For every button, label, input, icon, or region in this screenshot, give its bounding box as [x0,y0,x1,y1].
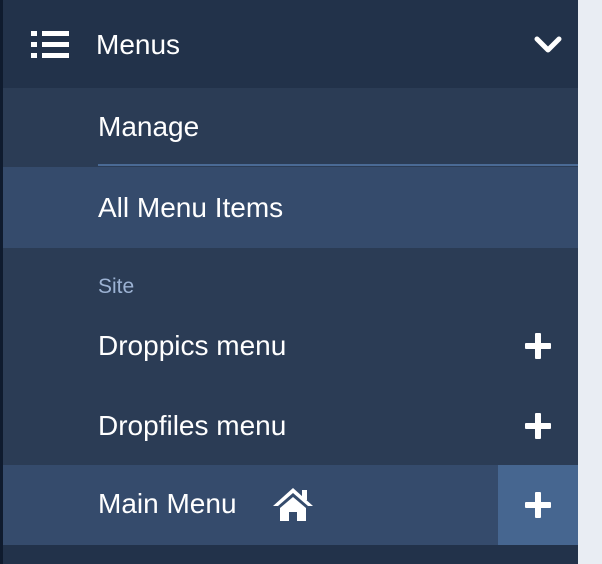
chevron-down-icon[interactable] [533,35,563,55]
plus-icon[interactable] [523,411,553,441]
dropfiles-menu-link[interactable]: Dropfiles menu [98,409,286,443]
menu-item-main-menu[interactable]: Main Menu [3,465,578,545]
plus-icon[interactable] [523,331,553,361]
menu-item-dropfiles-menu[interactable]: Dropfiles menu [3,387,578,465]
droppics-menu-link[interactable]: Droppics menu [98,329,286,363]
manage-link[interactable]: Manage [98,110,199,144]
main-menu-link[interactable]: Main Menu [98,487,237,521]
section-label-site: Site [98,275,135,298]
menu-item-manage[interactable]: Manage [3,88,578,166]
sidebar: Menus Manage All Menu Items Site Droppic… [0,0,578,564]
all-menu-items-link[interactable]: All Menu Items [98,191,283,225]
plus-icon[interactable] [523,490,553,520]
menu-item-droppics-menu[interactable]: Droppics menu [3,307,578,385]
menu-item-all-menu-items[interactable]: All Menu Items [3,167,578,248]
menus-title: Menus [96,29,181,60]
home-icon [273,488,313,521]
divider [98,164,578,166]
next-section-header [3,545,578,564]
menus-section-header[interactable]: Menus [3,0,578,88]
list-icon [31,31,69,58]
